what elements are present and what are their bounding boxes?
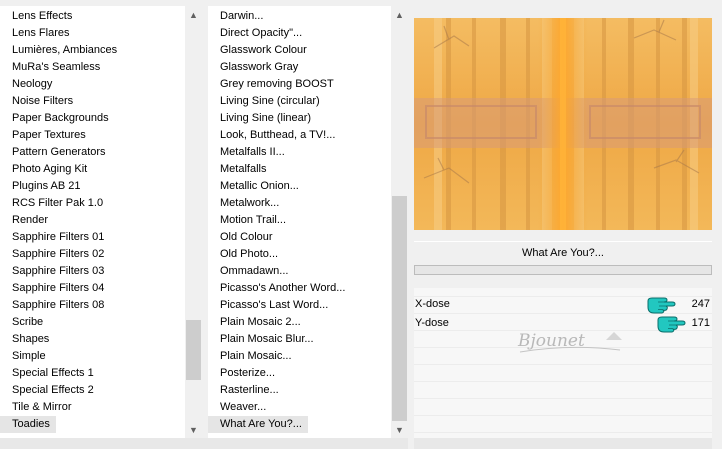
- list-item[interactable]: Living Sine (linear): [208, 110, 345, 127]
- list-item[interactable]: Lumières, Ambiances: [0, 42, 117, 59]
- list-item[interactable]: What Are You?...: [208, 416, 308, 433]
- list-item[interactable]: Noise Filters: [0, 93, 117, 110]
- list-item[interactable]: Metallic Onion...: [208, 178, 345, 195]
- list-item[interactable]: Plain Mosaic 2...: [208, 314, 345, 331]
- list-item[interactable]: Weaver...: [208, 399, 345, 416]
- list-item[interactable]: Sapphire Filters 03: [0, 263, 117, 280]
- list-item[interactable]: Old Photo...: [208, 246, 345, 263]
- list-item[interactable]: Photo Aging Kit: [0, 161, 117, 178]
- list-item[interactable]: Old Colour: [208, 229, 345, 246]
- list-item[interactable]: Sapphire Filters 02: [0, 246, 117, 263]
- filter-scroll-thumb[interactable]: [392, 196, 407, 421]
- category-list-items: Lens Effects Lens Flares Lumières, Ambianc…: [0, 8, 117, 433]
- list-item[interactable]: Metalwork...: [208, 195, 345, 212]
- category-list[interactable]: Lens Effects Lens Flares Lumières, Ambianc…: [0, 6, 202, 438]
- filter-list-items: Darwin... Direct Opacity"... Glasswork Col…: [208, 8, 345, 433]
- list-item[interactable]: Metalfalls II...: [208, 144, 345, 161]
- list-item[interactable]: Metalfalls: [208, 161, 345, 178]
- list-item[interactable]: Toadies: [0, 416, 56, 433]
- filter-title-bar: What Are You?...: [414, 241, 712, 263]
- filter-list[interactable]: Darwin... Direct Opacity"... Glasswork Col…: [208, 6, 408, 438]
- list-item[interactable]: Direct Opacity"...: [208, 25, 345, 42]
- list-item[interactable]: Scribe: [0, 314, 117, 331]
- list-item[interactable]: Ommadawn...: [208, 263, 345, 280]
- list-item[interactable]: Darwin...: [208, 8, 345, 25]
- param-value: 247: [691, 298, 710, 310]
- filter-title: What Are You?...: [522, 247, 604, 259]
- filter-scrollbar[interactable]: ▲ ▼: [391, 6, 408, 438]
- list-item[interactable]: Lens Flares: [0, 25, 117, 42]
- param-label: Y-dose: [415, 317, 449, 329]
- list-item[interactable]: Picasso's Another Word...: [208, 280, 345, 297]
- list-item[interactable]: Simple: [0, 348, 117, 365]
- parameter-panel: X-dose 247 Y-dose 171 Bjounet: [414, 288, 712, 438]
- list-item[interactable]: Sapphire Filters 08: [0, 297, 117, 314]
- list-item[interactable]: Tile & Mirror: [0, 399, 117, 416]
- list-item[interactable]: Glasswork Gray: [208, 59, 345, 76]
- param-value: 171: [691, 317, 710, 329]
- list-item[interactable]: Look, Butthead, a TV!...: [208, 127, 345, 144]
- scroll-down-icon[interactable]: ▼: [391, 421, 408, 438]
- list-item[interactable]: MuRa's Seamless: [0, 59, 117, 76]
- progress-bar: [414, 265, 712, 275]
- scroll-down-icon[interactable]: ▼: [185, 421, 202, 438]
- list-item[interactable]: Lens Effects: [0, 8, 117, 25]
- list-item[interactable]: Pattern Generators: [0, 144, 117, 161]
- preview-image: [414, 18, 712, 230]
- scroll-up-icon[interactable]: ▲: [391, 6, 408, 23]
- list-item[interactable]: Posterize...: [208, 365, 345, 382]
- preview-canvas: [414, 18, 712, 230]
- pointing-hand-icon[interactable]: [646, 294, 676, 314]
- list-item[interactable]: Rasterline...: [208, 382, 345, 399]
- list-item[interactable]: Special Effects 1: [0, 365, 117, 382]
- scroll-up-icon[interactable]: ▲: [185, 6, 202, 23]
- list-item[interactable]: Motion Trail...: [208, 212, 345, 229]
- preview-divider: [414, 230, 712, 240]
- param-label: X-dose: [415, 298, 450, 310]
- list-item[interactable]: Glasswork Colour: [208, 42, 345, 59]
- list-item[interactable]: Render: [0, 212, 117, 229]
- list-item[interactable]: Living Sine (circular): [208, 93, 345, 110]
- list-item[interactable]: Plugins AB 21: [0, 178, 117, 195]
- bottom-strip-left: [0, 438, 408, 449]
- list-item[interactable]: Neology: [0, 76, 117, 93]
- pointing-hand-icon[interactable]: [656, 313, 686, 333]
- bottom-strip-right: [414, 438, 712, 449]
- list-item[interactable]: Plain Mosaic...: [208, 348, 345, 365]
- list-item[interactable]: Picasso's Last Word...: [208, 297, 345, 314]
- list-item[interactable]: Paper Textures: [0, 127, 117, 144]
- category-scroll-thumb[interactable]: [186, 320, 201, 380]
- list-item[interactable]: Special Effects 2: [0, 382, 117, 399]
- watermark-logo: Bjounet: [517, 331, 622, 353]
- list-item[interactable]: Plain Mosaic Blur...: [208, 331, 345, 348]
- list-item[interactable]: Shapes: [0, 331, 117, 348]
- list-item[interactable]: RCS Filter Pak 1.0: [0, 195, 117, 212]
- list-item[interactable]: Sapphire Filters 04: [0, 280, 117, 297]
- list-item[interactable]: Paper Backgrounds: [0, 110, 117, 127]
- list-item[interactable]: Grey removing BOOST: [208, 76, 345, 93]
- param-row-x-dose[interactable]: X-dose 247: [414, 294, 712, 314]
- list-item[interactable]: Sapphire Filters 01: [0, 229, 117, 246]
- category-scrollbar[interactable]: ▲ ▼: [185, 6, 202, 438]
